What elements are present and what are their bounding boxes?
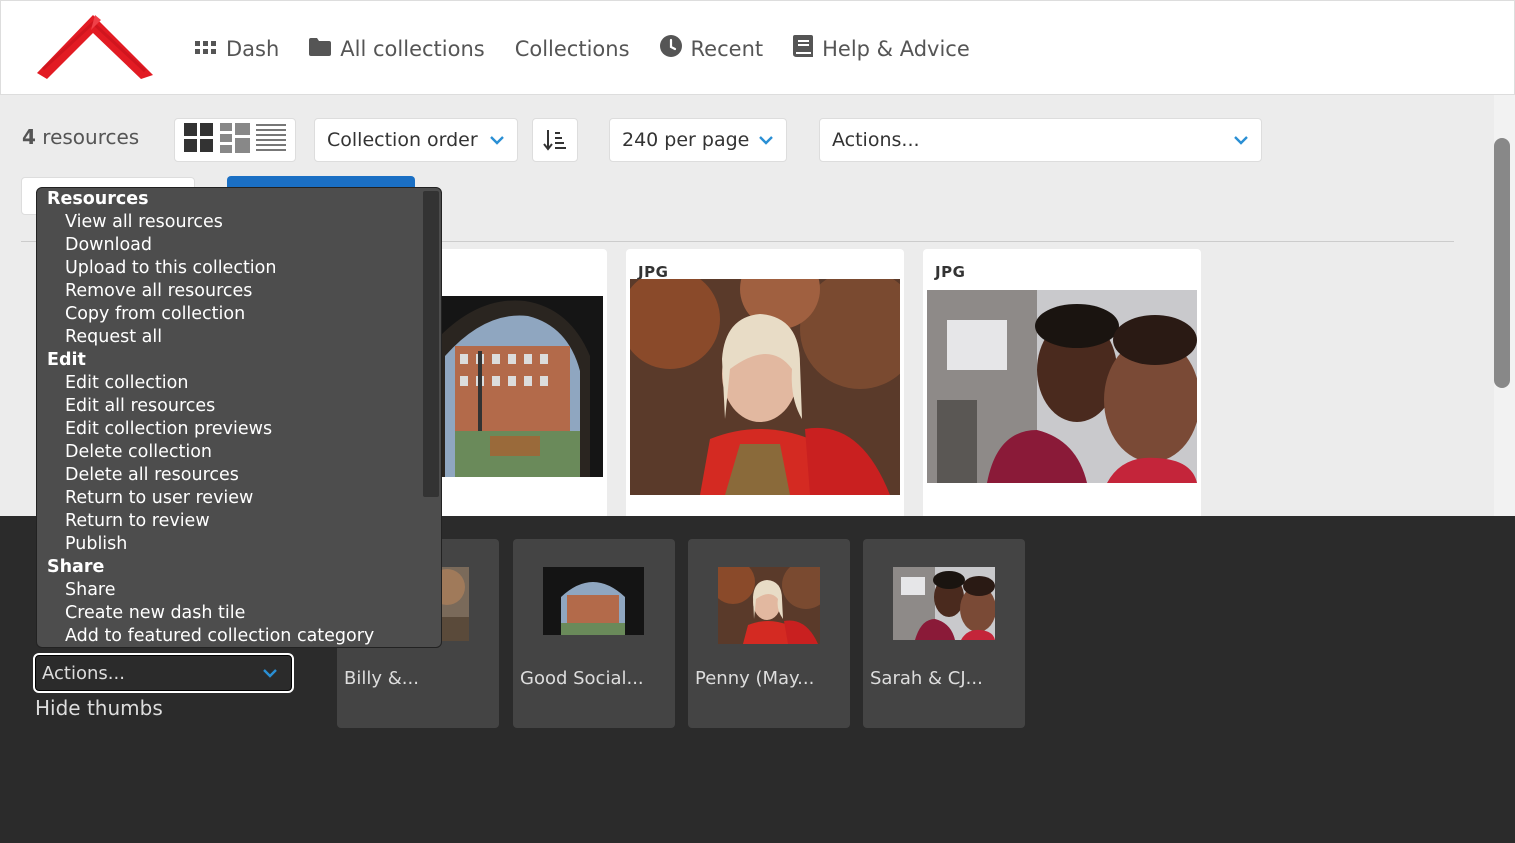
collection-thumb-label: Billy &... (344, 668, 419, 689)
nav-dash[interactable]: Dash (195, 37, 279, 61)
collection-actions-select[interactable]: Actions... (33, 653, 294, 693)
per-page-select[interactable]: 240 per page (609, 118, 787, 162)
view-mode-switcher (174, 118, 296, 162)
nav-recent-label: Recent (690, 36, 764, 61)
menu-scrollbar-thumb[interactable] (423, 191, 439, 497)
menu-item-return-to-user-review[interactable]: Return to user review (37, 487, 374, 510)
menu-item-download[interactable]: Download (37, 234, 374, 257)
actions-select-top-value: Actions... (832, 129, 920, 151)
nav-collections-label: Collections (514, 36, 630, 61)
folder-icon (309, 37, 332, 61)
menu-group-share: Share (47, 557, 105, 577)
nav-help[interactable]: Help & Advice (793, 35, 970, 62)
nav-recent[interactable]: Recent (659, 35, 764, 62)
chevron-down-icon (490, 136, 504, 145)
brand-logo[interactable] (35, 11, 155, 81)
resource-type-label: JPG (935, 263, 966, 281)
menu-item-add-to-featured-category[interactable]: Add to featured collection category (37, 625, 374, 647)
menu-item-delete-collection[interactable]: Delete collection (37, 441, 374, 464)
menu-item-edit-collection[interactable]: Edit collection (37, 372, 374, 395)
menu-item-return-to-review[interactable]: Return to review (37, 510, 374, 533)
menu-item-create-dash-tile[interactable]: Create new dash tile (37, 602, 374, 625)
resource-count-number: 4 (22, 125, 36, 149)
list-view-icon[interactable] (256, 123, 286, 157)
sort-descending-icon (543, 130, 566, 151)
collection-thumb[interactable]: Penny (May... (688, 539, 850, 728)
nav-collections[interactable]: Collections (515, 37, 630, 61)
nav-all-collections-label: All collections (340, 36, 485, 61)
actions-dropdown-menu: Resources View all resources Download Up… (36, 187, 442, 648)
resource-count-label: resources (42, 125, 140, 149)
menu-group-edit: Edit (47, 350, 86, 370)
menu-options: Resources View all resources Download Up… (37, 188, 374, 647)
chevron-down-icon (759, 136, 773, 145)
menu-item-remove-all-resources[interactable]: Remove all resources (37, 280, 374, 303)
collection-thumb-label: Sarah & CJ... (870, 668, 983, 689)
menu-item-edit-collection-previews[interactable]: Edit collection previews (37, 418, 374, 441)
strip-view-icon[interactable] (220, 123, 250, 157)
menu-item-delete-all-resources[interactable]: Delete all resources (37, 464, 374, 487)
grid-icon (195, 37, 217, 61)
collection-thumb-image[interactable] (543, 567, 644, 635)
nav-help-label: Help & Advice (822, 36, 970, 61)
nav-all-collections[interactable]: All collections (309, 36, 485, 61)
resource-count: 4 resources (22, 125, 139, 149)
collection-thumb-label: Penny (May... (695, 668, 815, 689)
collection-thumb-image[interactable] (718, 567, 820, 644)
resource-thumbnail[interactable] (440, 296, 603, 477)
collection-thumb[interactable]: Sarah & CJ... (863, 539, 1025, 728)
collection-thumb-label: Good Social... (520, 668, 644, 689)
clock-icon (659, 35, 682, 62)
hide-thumbs-link[interactable]: Hide thumbs (35, 696, 163, 720)
collection-actions-value: Actions... (42, 662, 125, 684)
menu-item-edit-all-resources[interactable]: Edit all resources (37, 395, 374, 418)
actions-select-top[interactable]: Actions... (819, 118, 1262, 162)
menu-item-request-all[interactable]: Request all (37, 326, 374, 349)
book-icon (793, 35, 814, 62)
menu-item-publish[interactable]: Publish (37, 533, 374, 556)
resource-card[interactable]: JPG (626, 249, 904, 519)
collection-thumb[interactable]: Good Social... (513, 539, 675, 728)
resource-card[interactable]: JPG (923, 249, 1201, 519)
main-nav: Dash All collections Collections Recent … (195, 35, 970, 62)
nav-dash-label: Dash (226, 36, 280, 61)
sort-direction-button[interactable] (532, 118, 578, 162)
header: Dash All collections Collections Recent … (0, 0, 1515, 95)
sort-order-value: Collection order (327, 129, 478, 151)
chevron-down-icon (263, 669, 277, 678)
resource-thumbnail[interactable] (927, 290, 1197, 483)
large-thumbs-icon[interactable] (184, 123, 214, 157)
resource-thumbnail[interactable] (630, 279, 900, 495)
page-scrollbar-thumb[interactable] (1494, 138, 1510, 388)
per-page-value: 240 per page (622, 129, 750, 151)
sort-order-select[interactable]: Collection order (314, 118, 518, 162)
menu-item-share[interactable]: Share (37, 579, 374, 602)
menu-item-view-all-resources[interactable]: View all resources (37, 211, 374, 234)
collection-thumb-image[interactable] (893, 567, 995, 640)
menu-item-upload-to-collection[interactable]: Upload to this collection (37, 257, 374, 280)
chevron-down-icon (1234, 136, 1248, 145)
menu-group-resources: Resources (47, 189, 149, 209)
menu-item-copy-from-collection[interactable]: Copy from collection (37, 303, 374, 326)
